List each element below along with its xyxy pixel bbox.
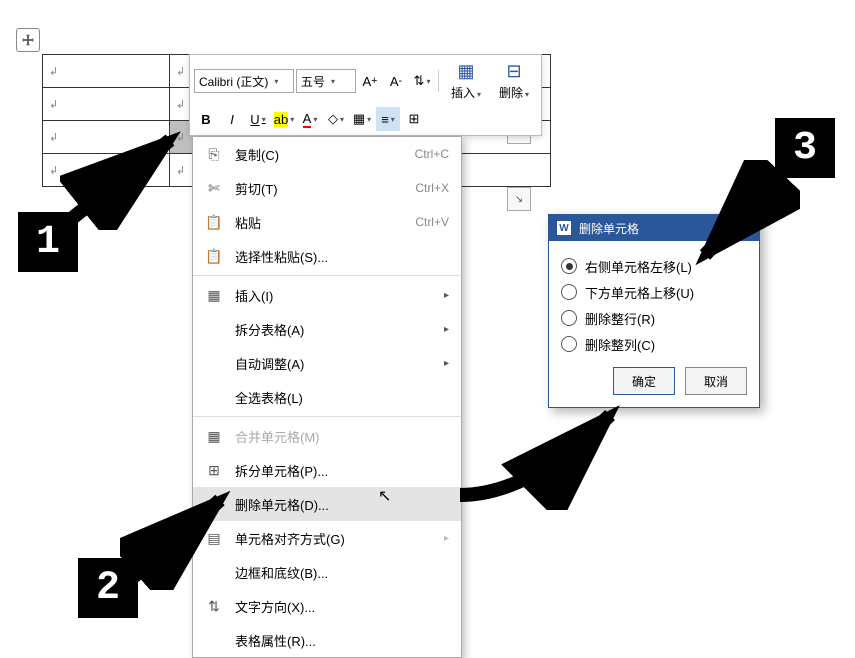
table-move-handle[interactable] [16, 28, 40, 52]
radio-icon [561, 284, 577, 300]
table-cell[interactable]: ↲ [43, 88, 170, 121]
table-cell[interactable]: ↲ [43, 55, 170, 88]
insert-dropdown[interactable]: ▦插入▾ [443, 59, 489, 103]
paste-icon: 📋 [205, 214, 223, 231]
menu-borders-shading[interactable]: 边框和底纹(B)... [193, 555, 461, 589]
menu-cell-alignment[interactable]: ▤单元格对齐方式(G)▸ [193, 521, 461, 555]
menu-select-table[interactable]: 全选表格(L) [193, 380, 461, 414]
menu-merge-cells: ▦合并单元格(M) [193, 419, 461, 453]
radio-delete-col[interactable]: 删除整列(C) [561, 331, 747, 357]
radio-shift-left[interactable]: 右侧单元格左移(L) [561, 253, 747, 279]
dialog-title: 删除单元格 [579, 220, 639, 237]
radio-icon [561, 310, 577, 326]
split-icon: ⊞ [205, 462, 223, 479]
mini-toolbar: Calibri (正文)▾ 五号▾ A+ A- ⇅▾ ▦插入▾ ⊟删除▾ B I… [189, 54, 542, 136]
font-color-button[interactable]: A▾ [298, 107, 322, 131]
step-marker-3: 3 [775, 118, 835, 178]
step-marker-2: 2 [78, 558, 138, 618]
merge-cells-button[interactable]: ⊞ [402, 107, 426, 131]
merge-icon: ▦ [205, 428, 223, 445]
menu-insert[interactable]: ▦插入(I)▸ [193, 278, 461, 312]
close-icon[interactable]: ✕ [731, 221, 751, 235]
shrink-font-button[interactable]: A- [384, 69, 408, 93]
table-cell[interactable]: ↲ [43, 121, 170, 154]
bold-button[interactable]: B [194, 107, 218, 131]
grow-font-button[interactable]: A+ [358, 69, 382, 93]
cancel-button[interactable]: 取消 [685, 367, 747, 395]
radio-icon [561, 336, 577, 352]
menu-copy[interactable]: ⎘复制(C)Ctrl+C [193, 137, 461, 171]
borders-button[interactable]: ▦▾ [350, 107, 374, 131]
table-icon: ▦ [205, 287, 223, 304]
context-menu: ⎘复制(C)Ctrl+C ✄剪切(T)Ctrl+X 📋粘贴Ctrl+V 📋选择性… [192, 136, 462, 658]
app-icon: W [557, 221, 571, 235]
text-direction-icon: ⇅ [205, 598, 223, 615]
menu-cut[interactable]: ✄剪切(T)Ctrl+X [193, 171, 461, 205]
font-size-selector[interactable]: 五号▾ [296, 69, 356, 93]
menu-split-table[interactable]: 拆分表格(A)▸ [193, 312, 461, 346]
paste-special-icon: 📋 [205, 248, 223, 265]
menu-split-cells[interactable]: ⊞拆分单元格(P)... [193, 453, 461, 487]
radio-shift-up[interactable]: 下方单元格上移(U) [561, 279, 747, 305]
underline-button[interactable]: U▾ [246, 107, 270, 131]
ok-button[interactable]: 确定 [613, 367, 675, 395]
highlight-button[interactable]: ab▾ [272, 107, 296, 131]
table-expand-button[interactable]: ↘ [507, 187, 531, 211]
copy-icon: ⎘ [205, 146, 223, 163]
annotation-arrow [450, 400, 630, 510]
menu-paste-special[interactable]: 📋选择性粘贴(S)... [193, 239, 461, 273]
dialog-titlebar[interactable]: W 删除单元格 ✕ [549, 215, 759, 241]
cut-icon: ✄ [205, 180, 223, 197]
menu-table-properties[interactable]: 表格属性(R)... [193, 623, 461, 657]
menu-separator [193, 416, 461, 417]
align-icon: ▤ [205, 530, 223, 547]
line-spacing-button[interactable]: ⇅▾ [410, 69, 434, 93]
font-selector[interactable]: Calibri (正文)▾ [194, 69, 294, 93]
menu-paste[interactable]: 📋粘贴Ctrl+V [193, 205, 461, 239]
menu-text-direction[interactable]: ⇅文字方向(X)... [193, 589, 461, 623]
menu-separator [193, 275, 461, 276]
menu-delete-cells[interactable]: ⊟删除单元格(D)... [193, 487, 461, 521]
italic-button[interactable]: I [220, 107, 244, 131]
menu-autofit[interactable]: 自动调整(A)▸ [193, 346, 461, 380]
radio-delete-row[interactable]: 删除整行(R) [561, 305, 747, 331]
step-marker-1: 1 [18, 212, 78, 272]
delete-cell-icon: ⊟ [205, 496, 223, 513]
delete-cells-dialog: W 删除单元格 ✕ 右侧单元格左移(L) 下方单元格上移(U) 删除整行(R) … [548, 214, 760, 408]
shading-button[interactable]: ◇▾ [324, 107, 348, 131]
align-button[interactable]: ≡▾ [376, 107, 400, 131]
delete-dropdown[interactable]: ⊟删除▾ [491, 59, 537, 103]
table-cell[interactable]: ↲ [43, 154, 170, 187]
radio-icon [561, 258, 577, 274]
